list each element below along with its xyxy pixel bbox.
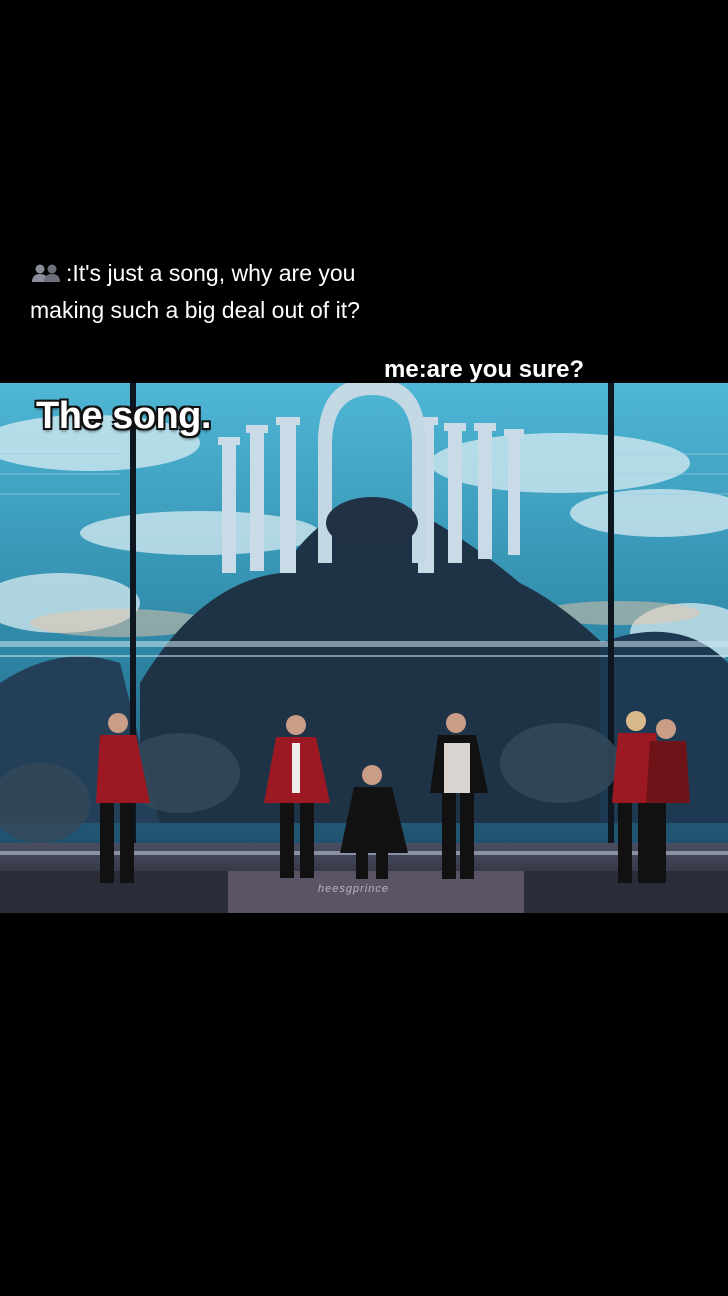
watermark: heesgprince — [318, 883, 389, 895]
caption-question: :It's just a song, why are you making su… — [30, 256, 500, 328]
video-frame: The song. heesgprince — [0, 383, 728, 913]
caption-reply: me:are you sure? — [384, 356, 585, 383]
stage-scene — [0, 383, 728, 913]
caption-line-1: :It's just a song, why are you — [66, 260, 356, 286]
caption-line-2: making such a big deal out of it? — [30, 297, 360, 323]
people-icon — [30, 258, 64, 293]
video-title: The song. — [36, 395, 211, 437]
